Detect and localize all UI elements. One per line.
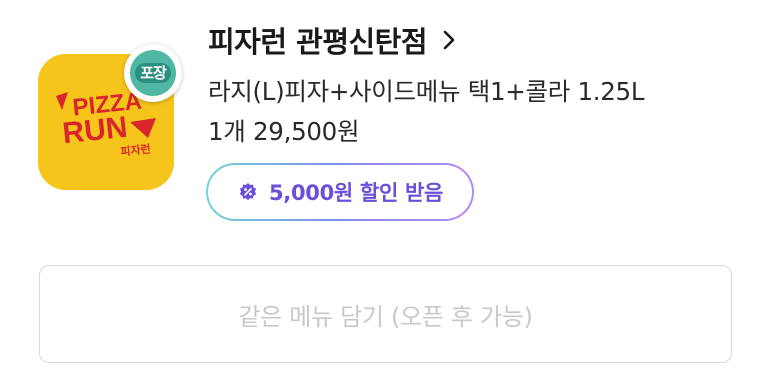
discount-applied-badge: 5,000원 할인 받음	[206, 163, 474, 221]
store-name: 피자런 관평신탄점	[208, 25, 428, 59]
logo-brand-text-bottom: RUN	[61, 111, 129, 151]
order-menu-description: 라지(L)피자+사이드메뉴 택1+콜라 1.25L 1개 29,500원	[208, 72, 748, 152]
store-name-link[interactable]: 피자런 관평신탄점	[208, 18, 461, 62]
chevron-right-icon	[443, 30, 455, 50]
coupon-percent-icon	[239, 182, 257, 201]
add-same-menu-button[interactable]: 같은 메뉴 담기 (오픈 후 가능)	[39, 265, 732, 363]
discount-label: 5,000원 할인 받음	[268, 181, 444, 205]
takeout-badge-label: 포장	[135, 63, 171, 83]
takeout-badge: 포장	[124, 44, 182, 102]
menu-quantity-price: 1개 29,500원	[208, 117, 360, 146]
takeout-badge-circle: 포장	[130, 50, 176, 96]
menu-items-text: 라지(L)피자+사이드메뉴 택1+콜라 1.25L	[208, 77, 645, 106]
add-same-menu-label: 같은 메뉴 담기 (오픈 후 가능)	[238, 302, 533, 331]
